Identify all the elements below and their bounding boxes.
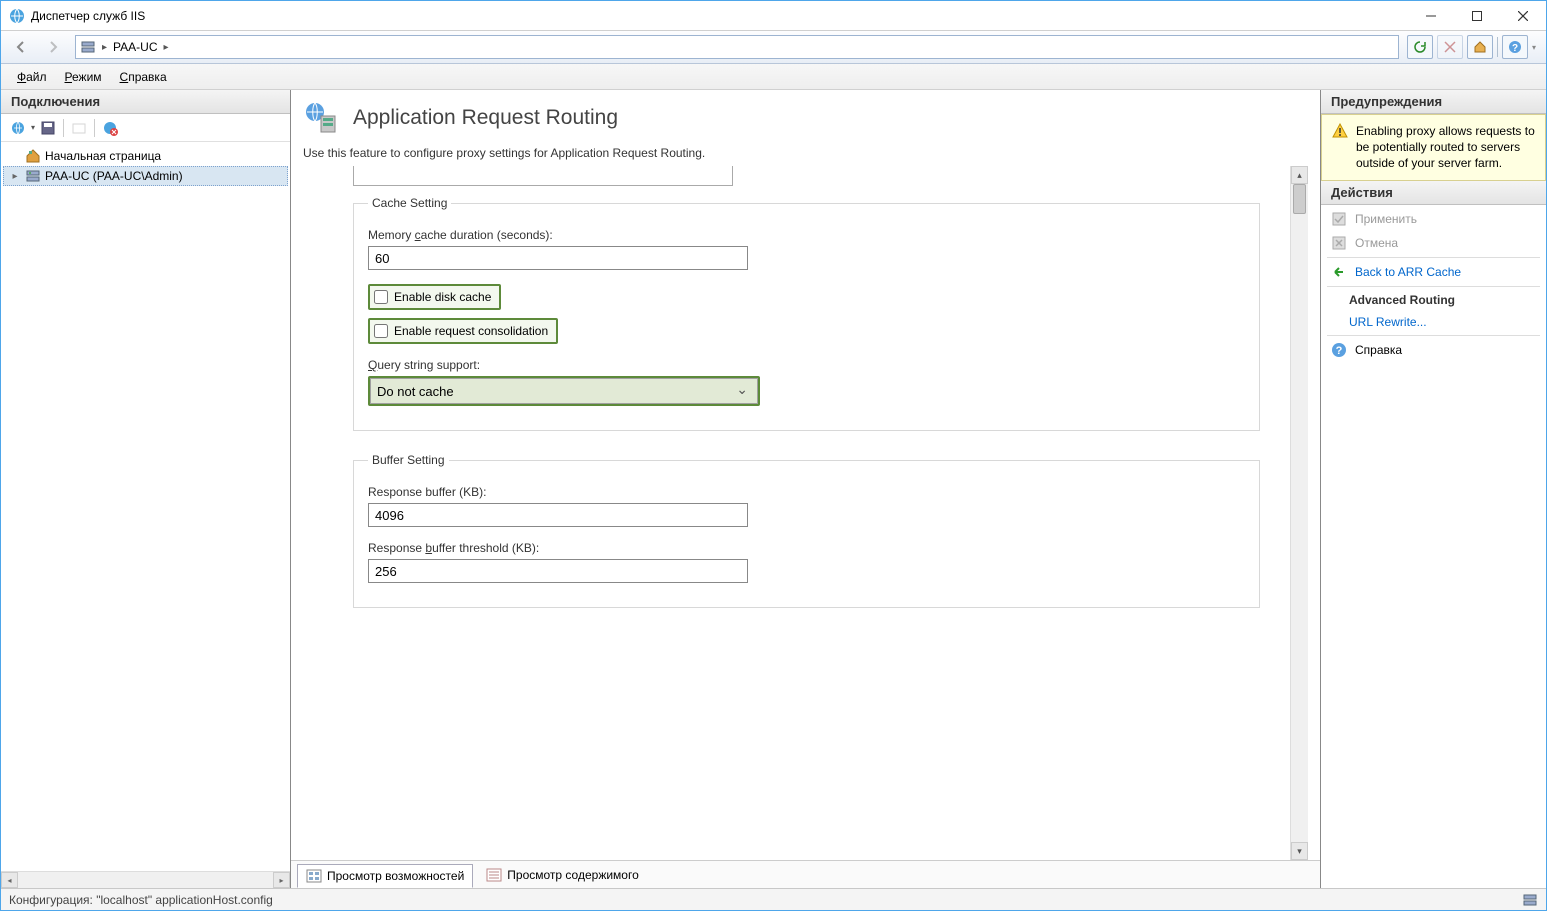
tree-start-page[interactable]: Начальная страница [3,146,288,166]
tab-features-view[interactable]: Просмотр возможностей [297,864,473,888]
tree-label: Начальная страница [45,149,161,163]
cache-legend: Cache Setting [368,196,451,210]
address-bar: ▸ PAA-UC ▸ ? ▾ [1,31,1546,64]
url-rewrite-link[interactable]: URL Rewrite... [1321,311,1546,333]
cancel-icon [1331,235,1347,251]
enable-disk-cache-checkbox[interactable]: Enable disk cache [368,284,501,310]
cache-setting-group: Cache Setting Memory cache duration (sec… [353,196,1260,431]
menu-help[interactable]: Справка [112,67,175,87]
memory-cache-input[interactable] [368,246,748,270]
chevron-right-icon: ▸ [163,42,168,53]
help-button[interactable]: ? [1502,35,1528,59]
connections-tree[interactable]: Начальная страница ▸ PAA-UC (PAA-UC\Admi… [1,142,290,871]
arr-icon [303,100,339,136]
cancel-action: Отмена [1321,231,1546,255]
save-button[interactable] [37,117,59,139]
tree-server[interactable]: ▸ PAA-UC (PAA-UC\Admin) [3,166,288,186]
actions-header: Действия [1321,181,1546,205]
truncated-field [353,166,733,186]
home-icon [25,148,41,164]
warning-box: Enabling proxy allows requests to be pot… [1321,114,1546,181]
response-buffer-threshold-input[interactable] [368,559,748,583]
status-text: Конфигурация: "localhost" applicationHos… [9,893,273,907]
warnings-header: Предупреждения [1321,90,1546,114]
settings-form: Cache Setting Memory cache duration (sec… [303,166,1290,860]
window-title: Диспетчер служб IIS [31,9,1408,23]
horizontal-scrollbar[interactable]: ◂▸ [1,871,290,888]
actions-pane: Предупреждения Enabling proxy allows req… [1320,90,1546,888]
apply-action: Применить [1321,207,1546,231]
nav-forward-button[interactable] [39,34,67,60]
response-buffer-input[interactable] [368,503,748,527]
address-node: PAA-UC [113,40,157,54]
menu-mode[interactable]: Режим [57,67,110,87]
buffer-setting-group: Buffer Setting Response buffer (KB): Res… [353,453,1260,608]
query-string-label: Query string support: [368,358,1245,372]
svg-text:?: ? [1336,345,1343,357]
enable-request-consolidation-checkbox[interactable]: Enable request consolidation [368,318,558,344]
home-button[interactable] [1467,35,1493,59]
config-icon [1522,892,1538,908]
minimize-button[interactable] [1408,1,1454,30]
back-arrow-icon [1331,264,1347,280]
tree-label: PAA-UC (PAA-UC\Admin) [45,169,183,183]
nav-back-button[interactable] [7,34,35,60]
tab-content-view[interactable]: Просмотр содержимого [477,863,647,887]
apply-icon [1331,211,1347,227]
menu-bar: Файл Режим Справка [1,64,1546,90]
tab-label: Просмотр содержимого [507,868,638,882]
help-action[interactable]: ? Справка [1321,338,1546,362]
connections-pane: Подключения ▾ Начальная страница ▸ [1,90,291,888]
maximize-button[interactable] [1454,1,1500,30]
back-to-arr-cache-link[interactable]: Back to ARR Cache [1321,260,1546,284]
connect-button[interactable] [7,117,29,139]
svg-text:?: ? [1512,43,1518,54]
stop-button[interactable] [1437,35,1463,59]
status-bar: Конфигурация: "localhost" applicationHos… [1,888,1546,910]
expand-icon[interactable]: ▸ [9,171,21,182]
address-box[interactable]: ▸ PAA-UC ▸ [75,35,1399,59]
connections-toolbar: ▾ [1,114,290,142]
page-title: Application Request Routing [353,106,618,130]
features-icon [306,868,322,884]
titlebar: Диспетчер служб IIS [1,1,1546,31]
connections-header: Подключения [1,90,290,114]
vertical-scrollbar[interactable]: ▴ ▾ [1290,166,1308,860]
warning-icon [1332,123,1348,139]
delete-connection-button[interactable] [99,117,121,139]
content-tabs: Просмотр возможностей Просмотр содержимо… [291,860,1320,888]
refresh-button[interactable] [1407,35,1433,59]
server-icon [80,39,96,55]
advanced-routing-heading: Advanced Routing [1321,289,1546,311]
page-description: Use this feature to configure proxy sett… [303,146,1308,160]
query-string-select[interactable]: Do not cache [370,378,758,404]
content-pane: Application Request Routing Use this fea… [291,90,1320,888]
help-icon: ? [1331,342,1347,358]
iis-icon [9,8,25,24]
warning-text: Enabling proxy allows requests to be pot… [1356,123,1535,172]
tab-label: Просмотр возможностей [327,869,464,883]
response-buffer-threshold-label: Response buffer threshold (KB): [368,541,1245,555]
chevron-right-icon: ▸ [102,42,107,53]
memory-cache-label: Memory cache duration (seconds): [368,228,1245,242]
response-buffer-label: Response buffer (KB): [368,485,1245,499]
content-icon [486,867,502,883]
up-button [68,117,90,139]
buffer-legend: Buffer Setting [368,453,449,467]
server-icon [25,168,41,184]
close-button[interactable] [1500,1,1546,30]
menu-file[interactable]: Файл [9,67,55,87]
